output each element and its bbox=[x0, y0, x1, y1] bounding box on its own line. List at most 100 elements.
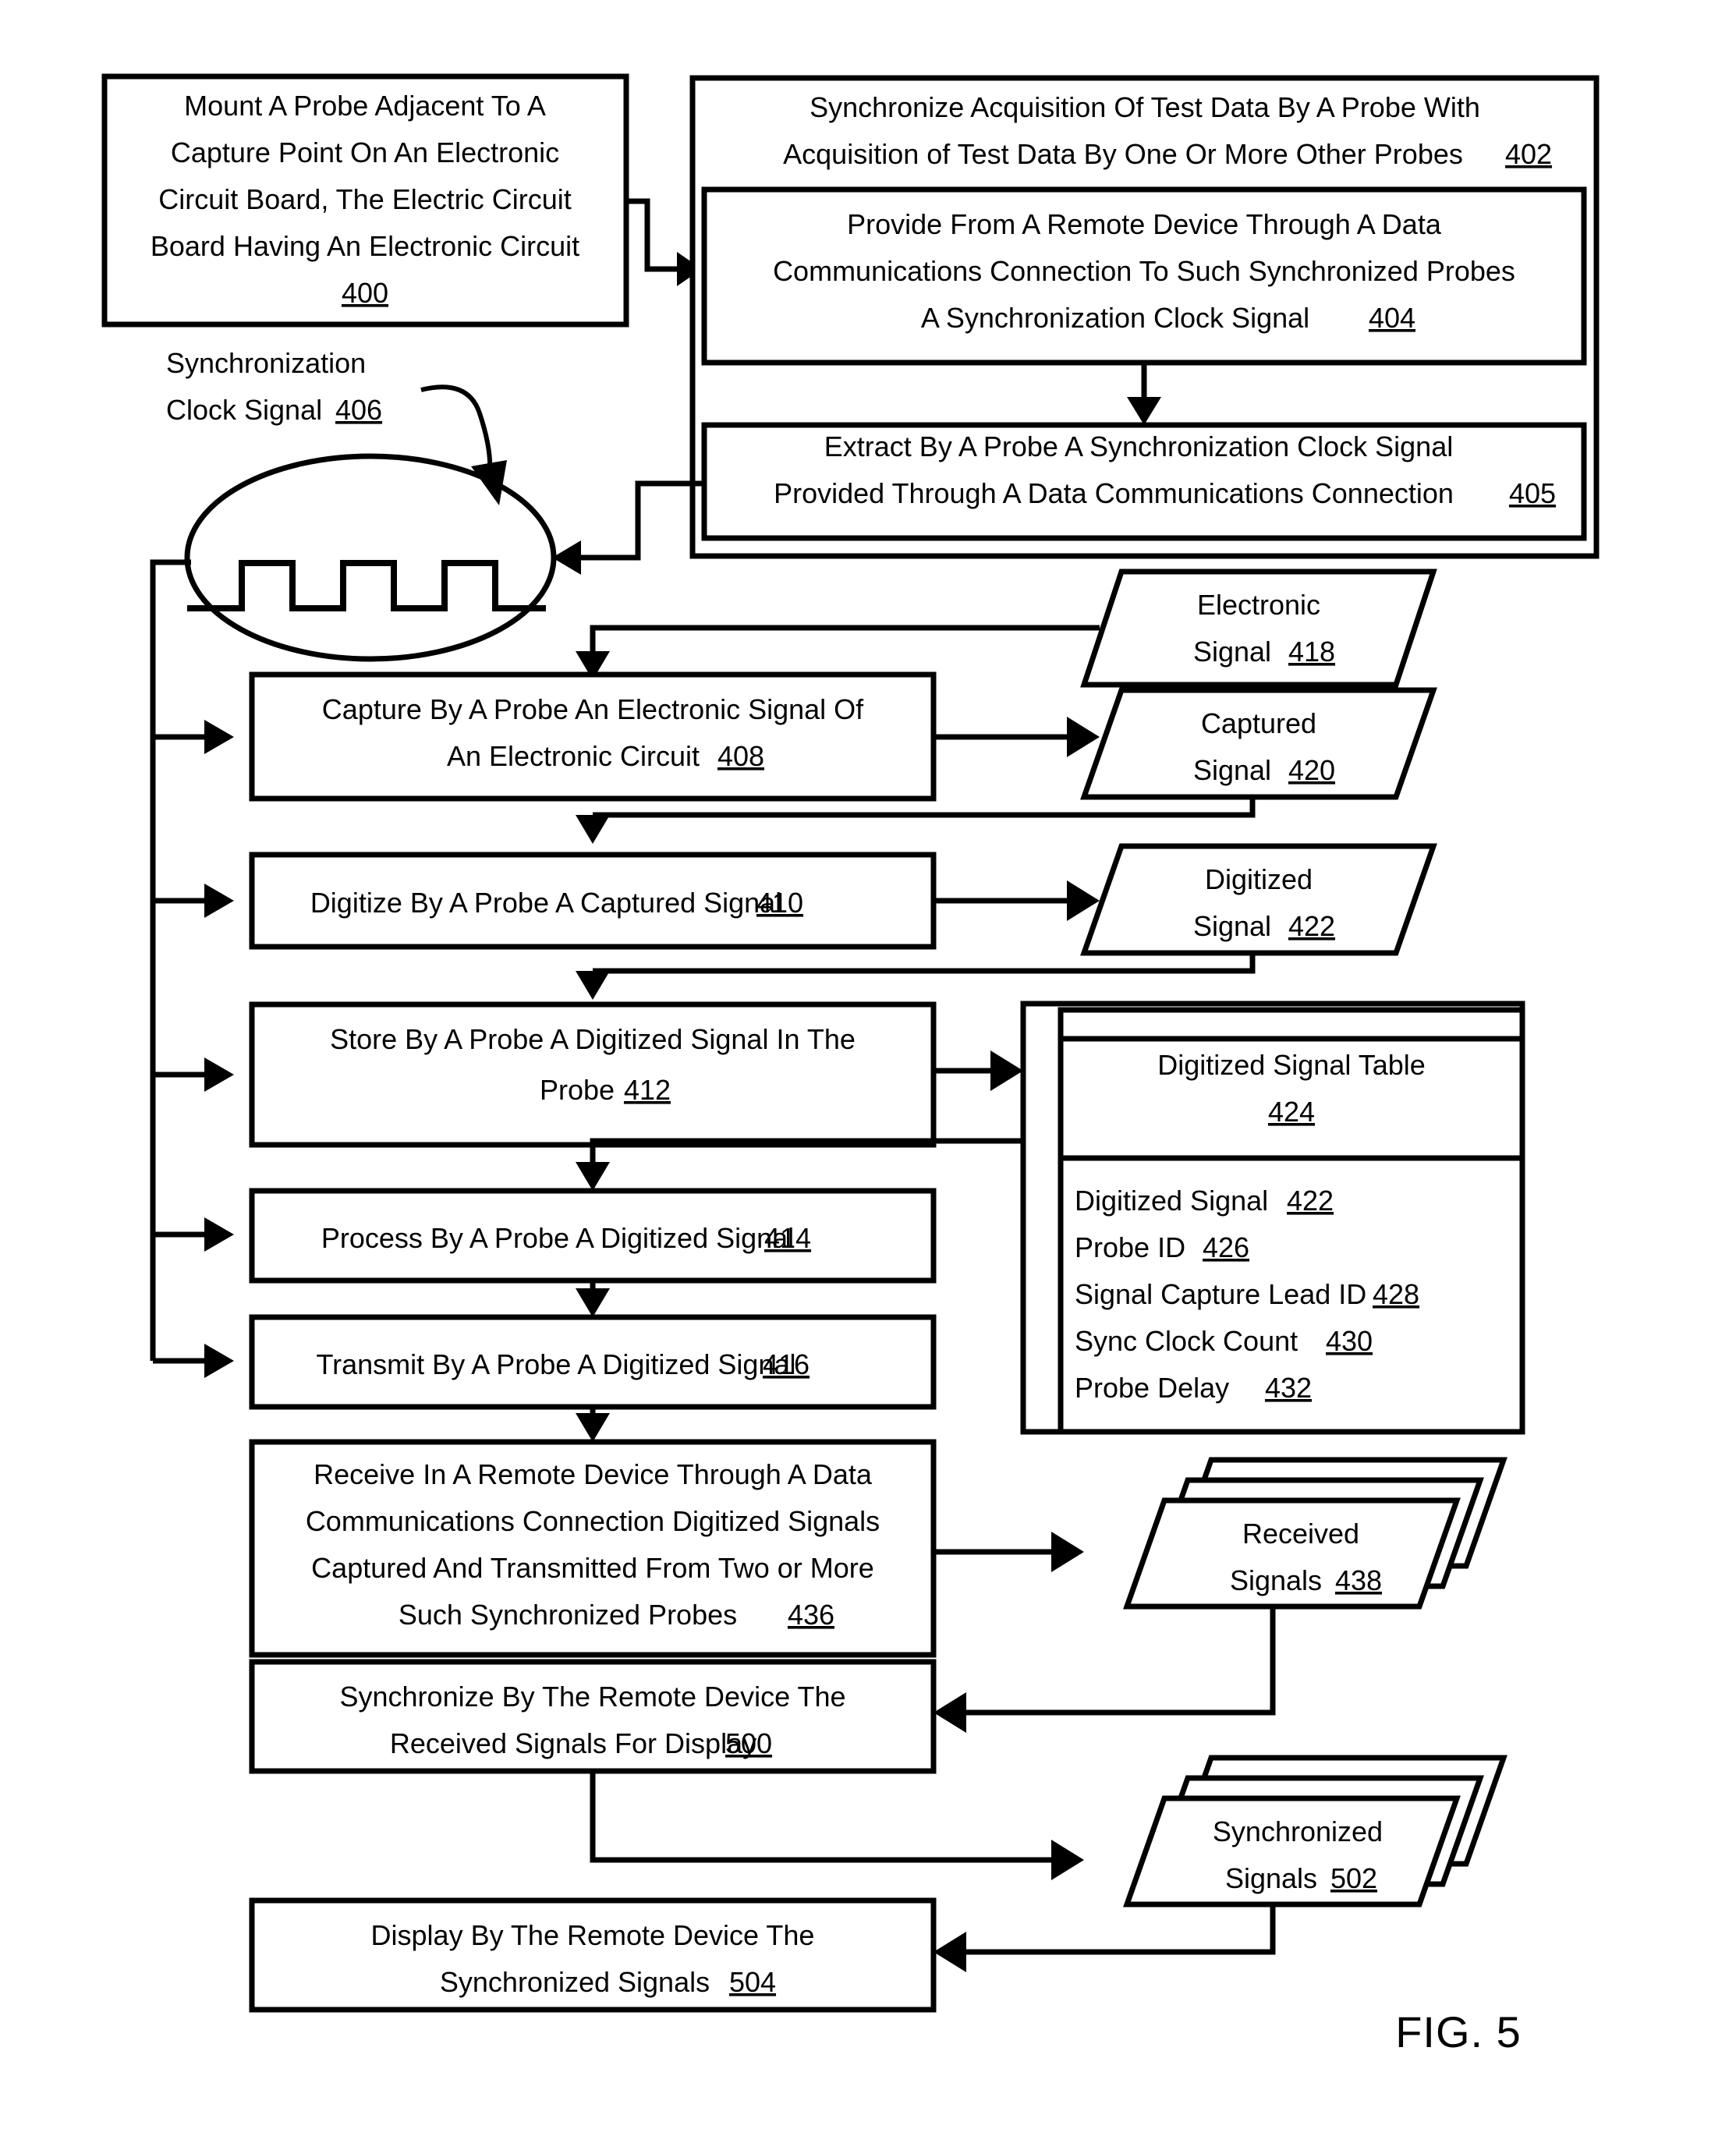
table-field-name-1: Probe ID bbox=[1075, 1231, 1185, 1263]
step-504-line-2: Synchronized Signals bbox=[440, 1966, 710, 1998]
data-438-line-2: Signals bbox=[1230, 1564, 1322, 1596]
table-field-name-4: Probe Delay bbox=[1075, 1372, 1229, 1404]
step-500-line-2: Received Signals For Display bbox=[390, 1727, 756, 1759]
step-404-ref: 404 bbox=[1369, 302, 1415, 334]
clock-signal-label-line-2: Clock Signal bbox=[166, 394, 322, 426]
connector-420-to-410 bbox=[576, 797, 1256, 844]
data-420-line-1: Captured bbox=[1201, 707, 1316, 739]
clock-signal-ref: 406 bbox=[335, 394, 382, 426]
step-408-ref: 408 bbox=[717, 740, 764, 772]
step-436-line-1: Receive In A Remote Device Through A Dat… bbox=[314, 1458, 873, 1490]
clock-signal-label-line-1: Synchronization bbox=[166, 347, 366, 379]
step-box-436: Receive In A Remote Device Through A Dat… bbox=[249, 1439, 937, 1658]
step-416-line-1: Transmit By A Probe A Digitized Signal bbox=[317, 1348, 796, 1380]
step-405-line-2: Provided Through A Data Communications C… bbox=[774, 477, 1454, 509]
step-402-line-1: Synchronize Acquisition Of Test Data By … bbox=[810, 91, 1480, 123]
connector-422-to-412 bbox=[576, 953, 1256, 1000]
connector-414-to-416 bbox=[576, 1281, 610, 1317]
step-436-ref: 436 bbox=[788, 1599, 834, 1631]
data-422-line-2: Signal bbox=[1193, 910, 1271, 942]
step-410-line-1: Digitize By A Probe A Captured Signal bbox=[310, 887, 781, 919]
step-box-504: Display By The Remote Device The Synchro… bbox=[249, 1897, 937, 2013]
step-404-line-1: Provide From A Remote Device Through A D… bbox=[847, 208, 1442, 240]
step-504-line-1: Display By The Remote Device The bbox=[371, 1919, 815, 1951]
table-row: Probe Delay 432 bbox=[1075, 1372, 1312, 1404]
data-418-line-2: Signal bbox=[1193, 636, 1271, 668]
step-box-500: Synchronize By The Remote Device The Rec… bbox=[249, 1659, 937, 1774]
step-416-ref: 416 bbox=[763, 1348, 810, 1380]
data-420-line-2: Signal bbox=[1193, 754, 1271, 786]
step-400-line-3: Circuit Board, The Electric Circuit bbox=[158, 183, 572, 215]
table-row: Probe ID 426 bbox=[1075, 1231, 1249, 1263]
table-field-ref-3: 430 bbox=[1326, 1325, 1373, 1357]
digitized-signal-table: Digitized Signal Table 424 Digitized Sig… bbox=[1020, 1001, 1525, 1435]
data-object-438: Received Signals 438 bbox=[1123, 1457, 1507, 1610]
data-422-line-1: Digitized bbox=[1205, 863, 1313, 895]
data-438-ref: 438 bbox=[1335, 1564, 1382, 1596]
table-field-name-2: Signal Capture Lead ID bbox=[1075, 1278, 1366, 1310]
data-object-418: Electronic Signal 418 bbox=[1080, 569, 1437, 688]
step-412-line-1: Store By A Probe A Digitized Signal In T… bbox=[330, 1023, 856, 1055]
connector-500-to-502 bbox=[590, 1771, 1084, 1880]
step-436-line-3: Captured And Transmitted From Two or Mor… bbox=[311, 1552, 874, 1584]
connector-502-to-504 bbox=[934, 1904, 1276, 1972]
step-412-ref: 412 bbox=[624, 1074, 671, 1106]
step-408-line-2: An Electronic Circuit bbox=[447, 740, 700, 772]
table-field-name-0: Digitized Signal bbox=[1075, 1185, 1268, 1217]
connector-412-to-table bbox=[934, 1050, 1023, 1091]
connector-436-to-438 bbox=[934, 1532, 1084, 1572]
step-400-line-2: Capture Point On An Electronic bbox=[171, 136, 559, 168]
table-field-name-3: Sync Clock Count bbox=[1075, 1325, 1298, 1357]
step-405-ref: 405 bbox=[1509, 477, 1556, 509]
data-418-ref: 418 bbox=[1288, 636, 1335, 668]
clock-signal-oval bbox=[184, 453, 557, 662]
step-410-ref: 410 bbox=[756, 887, 803, 919]
patent-figure-5: Mount A Probe Adjacent To A Capture Poin… bbox=[0, 0, 1736, 2136]
step-404-line-3: A Synchronization Clock Signal bbox=[921, 302, 1309, 334]
table-field-ref-0: 422 bbox=[1287, 1185, 1334, 1217]
step-405-line-1: Extract By A Probe A Synchronization Clo… bbox=[824, 430, 1453, 462]
step-504-ref: 504 bbox=[729, 1966, 776, 1998]
data-object-502: Synchronized Signals 502 bbox=[1123, 1755, 1507, 1908]
step-414-line-1: Process By A Probe A Digitized Signal bbox=[321, 1222, 794, 1254]
data-438-line-1: Received bbox=[1242, 1518, 1359, 1550]
connector-405-to-clock-oval bbox=[552, 480, 704, 575]
step-436-line-4: Such Synchronized Probes bbox=[399, 1599, 737, 1631]
step-400-ref: 400 bbox=[342, 277, 388, 309]
step-box-408: Capture By A Probe An Electronic Signal … bbox=[249, 671, 937, 802]
connector-416-to-436 bbox=[576, 1407, 610, 1442]
data-420-ref: 420 bbox=[1288, 754, 1335, 786]
step-box-416: Transmit By A Probe A Digitized Signal 4… bbox=[249, 1314, 937, 1410]
table-field-ref-2: 428 bbox=[1373, 1278, 1419, 1310]
step-box-405: Extract By A Probe A Synchronization Clo… bbox=[701, 422, 1587, 541]
figure-label: FIG. 5 bbox=[1395, 2007, 1522, 2056]
data-502-line-1: Synchronized bbox=[1213, 1815, 1383, 1847]
step-402-line-2: Acquisition of Test Data By One Or More … bbox=[783, 138, 1463, 170]
square-wave-icon bbox=[187, 560, 546, 611]
step-402-ref: 402 bbox=[1505, 138, 1552, 170]
step-box-402: Synchronize Acquisition Of Test Data By … bbox=[689, 75, 1600, 559]
step-408-line-1: Capture By A Probe An Electronic Signal … bbox=[322, 693, 864, 725]
data-502-line-2: Signals bbox=[1225, 1862, 1317, 1894]
table-row: Sync Clock Count 430 bbox=[1075, 1325, 1373, 1357]
connector-408-to-420 bbox=[934, 717, 1100, 757]
step-box-410: Digitize By A Probe A Captured Signal 41… bbox=[249, 852, 937, 950]
clock-signal-annotation: Synchronization Clock Signal 406 bbox=[166, 347, 507, 505]
step-500-ref: 500 bbox=[725, 1727, 772, 1759]
table-field-ref-1: 426 bbox=[1203, 1231, 1249, 1263]
step-500-line-1: Synchronize By The Remote Device The bbox=[340, 1681, 846, 1713]
step-400-line-1: Mount A Probe Adjacent To A bbox=[184, 90, 546, 122]
step-412-line-2: Probe bbox=[540, 1074, 615, 1106]
data-418-line-1: Electronic bbox=[1197, 589, 1320, 621]
data-object-422: Digitized Signal 422 bbox=[1080, 843, 1437, 956]
data-422-ref: 422 bbox=[1288, 910, 1335, 942]
step-box-400: Mount A Probe Adjacent To A Capture Poin… bbox=[101, 73, 629, 328]
step-box-414: Process By A Probe A Digitized Signal 41… bbox=[249, 1188, 937, 1284]
data-object-420: Captured Signal 420 bbox=[1080, 687, 1437, 800]
step-box-412: Store By A Probe A Digitized Signal In T… bbox=[249, 1001, 937, 1148]
table-row: Digitized Signal 422 bbox=[1075, 1185, 1334, 1217]
step-box-404: Provide From A Remote Device Through A D… bbox=[701, 186, 1587, 366]
clock-distribution-rail bbox=[150, 559, 234, 1378]
connector-table-to-414 bbox=[576, 1138, 1023, 1191]
table-title: Digitized Signal Table bbox=[1157, 1049, 1426, 1081]
